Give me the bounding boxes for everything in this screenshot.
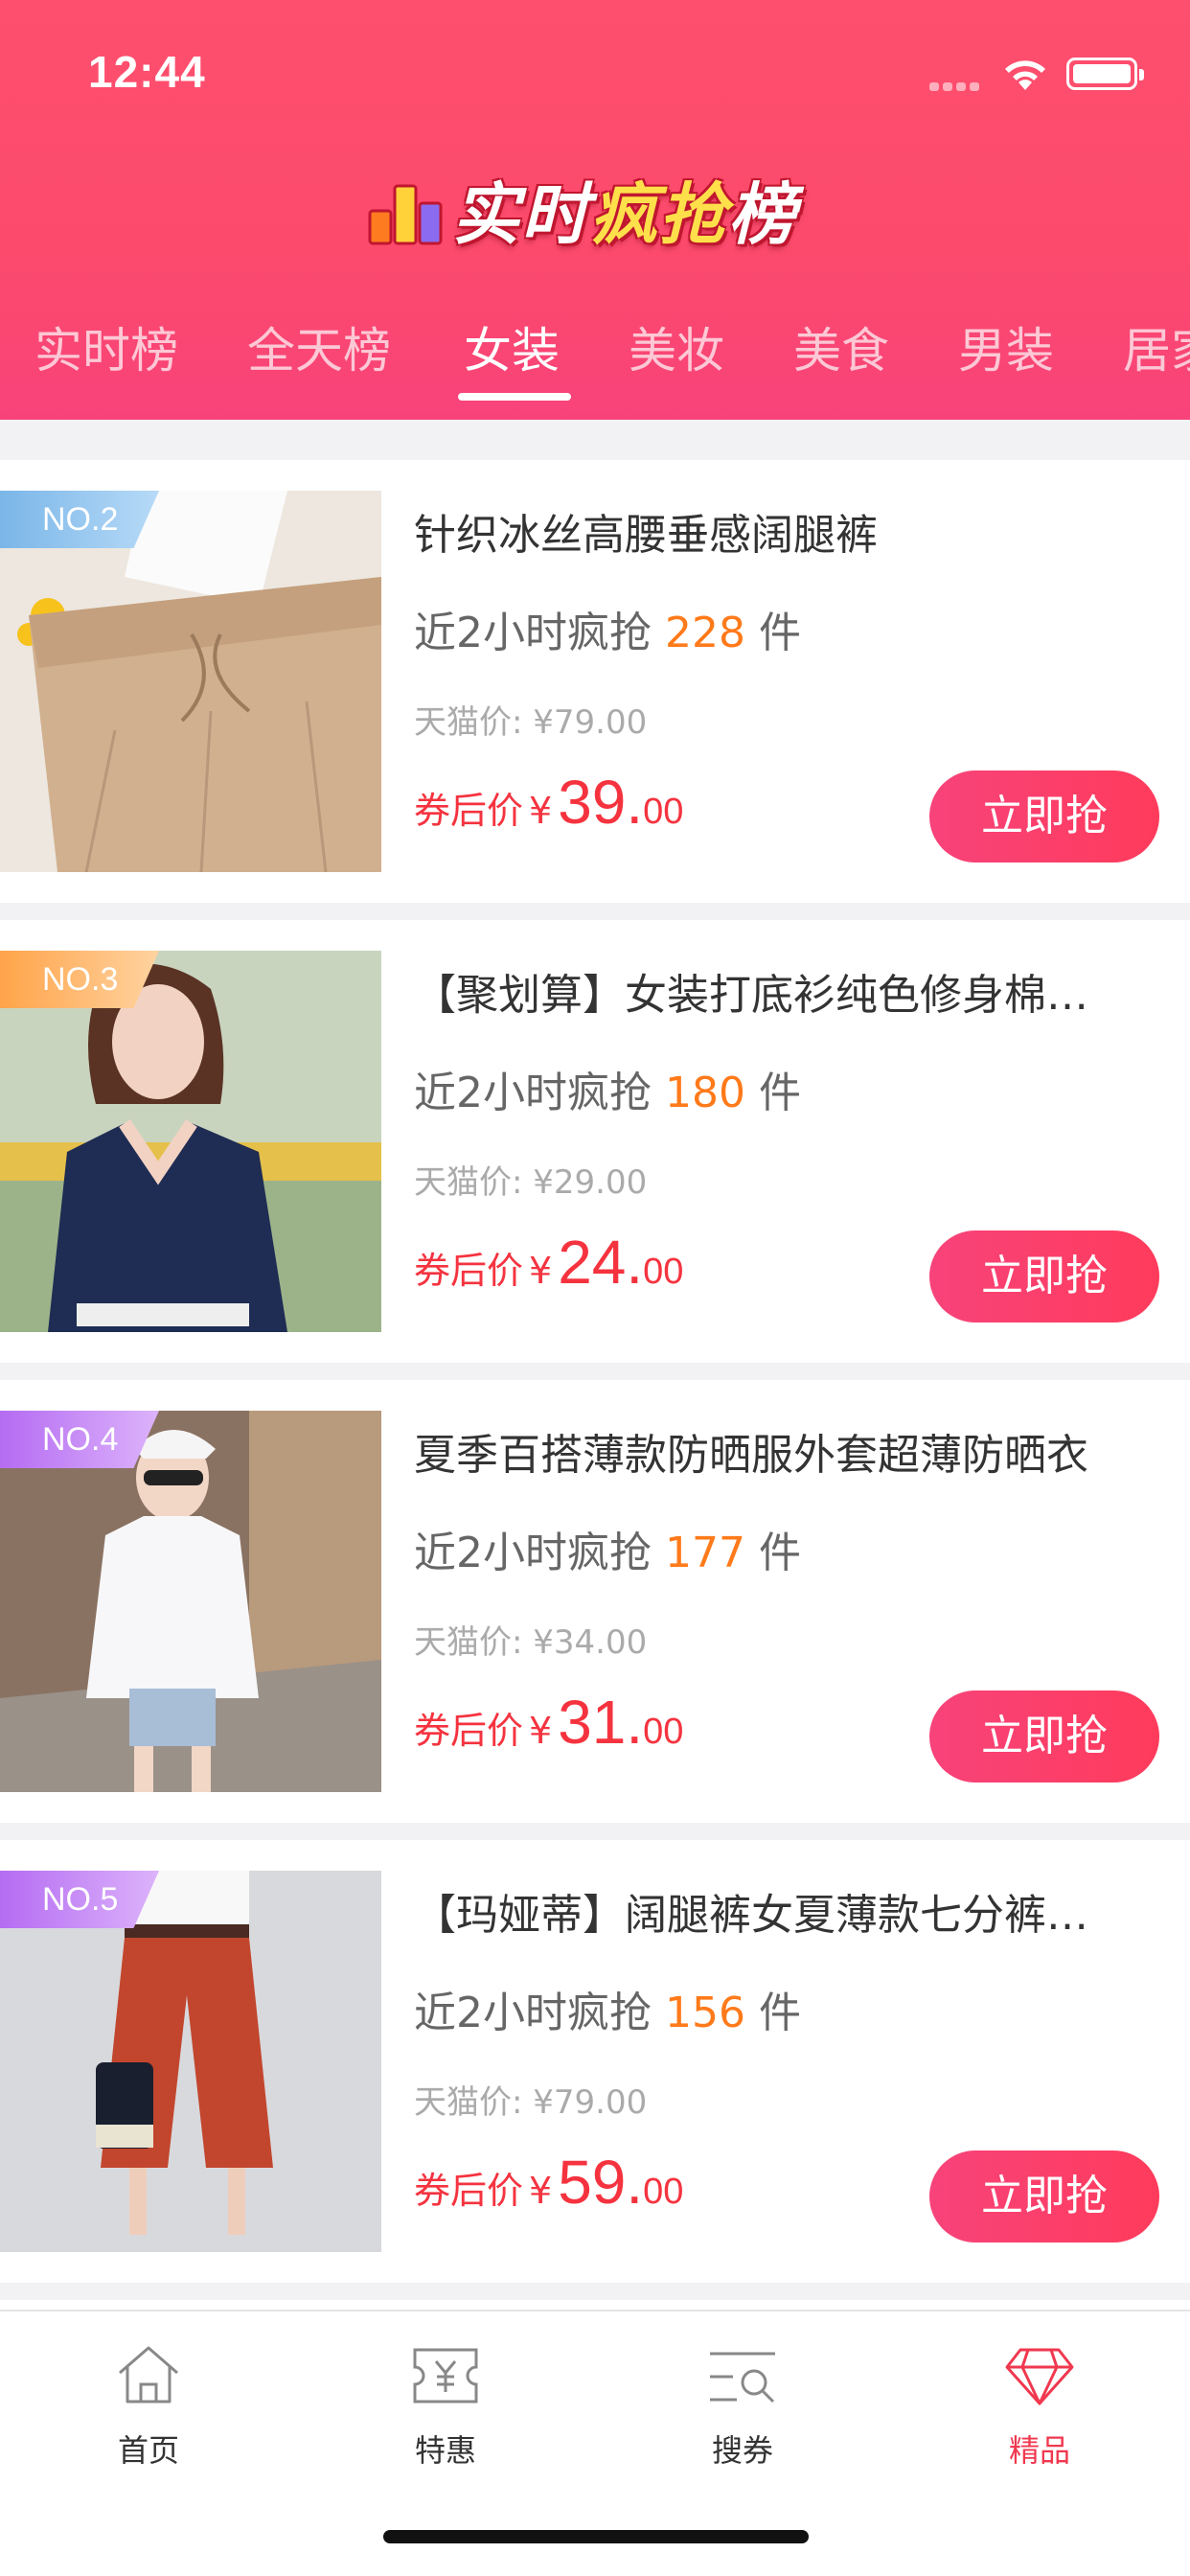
header-logo: 实时疯抢榜 [364, 169, 805, 261]
price-integer: 31. [558, 1688, 644, 1757]
buy-now-button[interactable]: 立即抢 [929, 2150, 1159, 2242]
price-integer: 59. [558, 2148, 644, 2217]
sales-info: 近2小时疯抢 177 件 [414, 1518, 801, 1579]
wifi-icon [1005, 60, 1045, 90]
logo-title: 实时疯抢榜 [452, 169, 797, 261]
tab-men[interactable]: 男装 [958, 312, 1054, 381]
nav-premium[interactable]: 精品 [944, 2342, 1135, 2471]
price-integer: 24. [558, 1228, 644, 1297]
sales-count: 156 [665, 1989, 745, 2037]
tab-beauty[interactable]: 美妆 [629, 312, 724, 381]
sales-unit: 件 [758, 1989, 801, 2037]
nav-deals-label: 特惠 [414, 2432, 476, 2469]
price-decimal: 00 [643, 792, 684, 832]
nav-search-coupon[interactable]: 搜券 [647, 2342, 838, 2471]
coupon-price: 券后价 ¥24.00 [414, 1227, 683, 1298]
signal-icon [929, 77, 985, 91]
buy-now-button[interactable]: 立即抢 [929, 1690, 1159, 1782]
sales-count: 177 [665, 1529, 745, 1577]
list-item[interactable]: NO.4 夏季百搭薄款防晒服外套超薄防晒衣 近2小时疯抢 177 件 天猫价: … [0, 1380, 1190, 1823]
coupon-price: 券后价 ¥39.00 [414, 767, 683, 838]
coupon-price: 券后价 ¥59.00 [414, 2147, 683, 2218]
sales-unit: 件 [758, 1529, 801, 1577]
list-item[interactable]: NO.2 针织冰丝高腰垂感阔腿裤 近2小时疯抢 228 件 天猫价: ¥79.0… [0, 460, 1190, 903]
sales-info: 近2小时疯抢 180 件 [414, 1058, 801, 1119]
status-time: 12:44 [88, 47, 206, 97]
currency-symbol: ¥ [529, 790, 553, 832]
list-item[interactable]: NO.3 【聚划算】女装打底衫纯色修身棉… 近2小时疯抢 180 件 天猫价: … [0, 920, 1190, 1363]
product-title[interactable]: 夏季百搭薄款防晒服外套超薄防晒衣 [414, 1420, 1142, 1482]
home-icon [119, 2346, 178, 2404]
product-title[interactable]: 【聚划算】女装打底衫纯色修身棉… [414, 960, 1142, 1022]
nav-premium-label: 精品 [1008, 2432, 1070, 2469]
nav-deals[interactable]: 特惠 [350, 2342, 541, 2471]
sales-prefix: 近2小时疯抢 [414, 609, 652, 657]
coupon-icon [413, 2348, 478, 2404]
sales-unit: 件 [758, 1069, 801, 1117]
logo-title-part2: 疯抢 [590, 175, 728, 254]
original-price: 天猫价: ¥79.00 [414, 2083, 648, 2122]
price-decimal: 00 [643, 1252, 684, 1292]
coupon-price-label: 券后价 [414, 1250, 524, 1292]
coupon-price-label: 券后价 [414, 1710, 524, 1752]
buy-now-button[interactable]: 立即抢 [929, 770, 1159, 862]
product-image[interactable]: NO.4 [0, 1411, 381, 1792]
sales-prefix: 近2小时疯抢 [414, 1069, 652, 1117]
tab-food[interactable]: 美食 [793, 312, 889, 381]
nav-search-coupon-label: 搜券 [711, 2432, 773, 2469]
battery-icon [1066, 58, 1144, 90]
category-tabs: 实时榜 全天榜 女装 美妆 美食 男装 居家 [0, 278, 1190, 420]
sales-unit: 件 [758, 609, 801, 657]
tab-realtime[interactable]: 实时榜 [34, 312, 178, 381]
original-price: 天猫价: ¥29.00 [414, 1163, 648, 1202]
sales-count: 180 [665, 1069, 745, 1117]
rank-badge: NO.4 [0, 1411, 159, 1468]
nav-home[interactable]: 首页 [53, 2342, 244, 2471]
home-indicator [383, 2530, 809, 2543]
coupon-price-label: 券后价 [414, 790, 524, 832]
tab-active-indicator [458, 393, 571, 401]
nav-home-label: 首页 [117, 2432, 179, 2469]
rank-badge: NO.3 [0, 951, 159, 1008]
sales-count: 228 [665, 609, 745, 657]
search-coupon-icon [710, 2352, 775, 2404]
currency-symbol: ¥ [529, 1250, 553, 1292]
logo-title-part1: 实时 [452, 175, 590, 254]
diamond-icon [1005, 2348, 1074, 2405]
sales-prefix: 近2小时疯抢 [414, 1529, 652, 1577]
status-bar: 12:44 [0, 0, 1190, 144]
price-integer: 39. [558, 768, 644, 837]
product-image[interactable]: NO.5 [0, 1871, 381, 2252]
product-title[interactable]: 针织冰丝高腰垂感阔腿裤 [414, 500, 1142, 562]
original-price: 天猫价: ¥79.00 [414, 703, 648, 742]
rank-badge: NO.2 [0, 491, 159, 548]
sales-info: 近2小时疯抢 156 件 [414, 1978, 801, 2039]
chart-logo-icon [368, 184, 443, 245]
coupon-price: 券后价 ¥31.00 [414, 1687, 683, 1758]
app-root: 12:44 实时疯抢榜 实时榜 全天榜 女装 美妆 美食 男装 居家 [0, 0, 1190, 2576]
currency-symbol: ¥ [529, 2170, 553, 2212]
product-image[interactable]: NO.3 [0, 951, 381, 1332]
logo-title-part3: 榜 [728, 175, 797, 254]
list-item[interactable]: NO.5 【玛娅蒂】阔腿裤女夏薄款七分裤… 近2小时疯抢 156 件 天猫价: … [0, 1840, 1190, 2283]
price-decimal: 00 [643, 1712, 684, 1752]
header: 12:44 实时疯抢榜 实时榜 全天榜 女装 美妆 美食 男装 居家 [0, 0, 1190, 420]
price-decimal: 00 [643, 2172, 684, 2212]
tab-allday[interactable]: 全天榜 [247, 312, 391, 381]
tab-home[interactable]: 居家 [1123, 312, 1190, 381]
sales-prefix: 近2小时疯抢 [414, 1989, 652, 2037]
product-image[interactable]: NO.2 [0, 491, 381, 872]
rank-badge: NO.5 [0, 1871, 159, 1928]
currency-symbol: ¥ [529, 1710, 553, 1752]
coupon-price-label: 券后价 [414, 2170, 524, 2212]
original-price: 天猫价: ¥34.00 [414, 1623, 648, 1662]
product-title[interactable]: 【玛娅蒂】阔腿裤女夏薄款七分裤… [414, 1880, 1142, 1942]
buy-now-button[interactable]: 立即抢 [929, 1230, 1159, 1322]
sales-info: 近2小时疯抢 228 件 [414, 598, 801, 659]
tab-women[interactable]: 女装 [464, 312, 560, 381]
